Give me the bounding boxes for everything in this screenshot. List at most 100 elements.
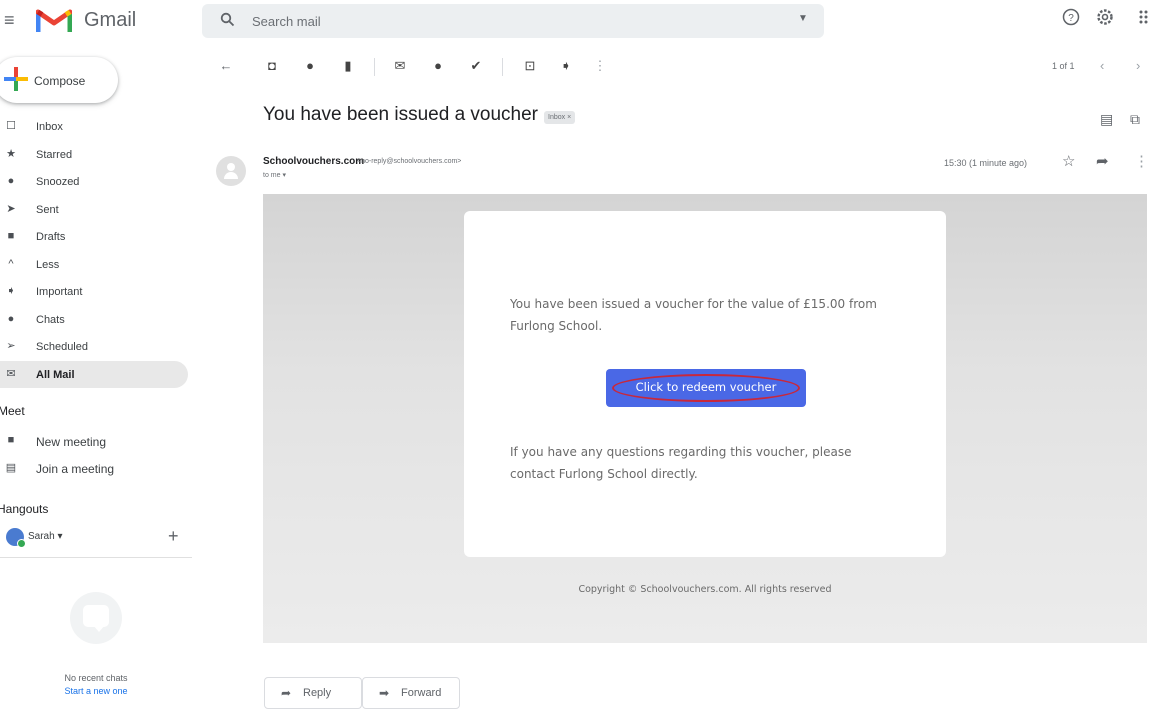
meet-item-label: Join a meeting xyxy=(36,462,115,476)
sidebar-item-label: Sent xyxy=(36,203,59,216)
redeem-voucher-label: Click to redeem voucher xyxy=(635,380,777,394)
compose-label: Compose xyxy=(34,74,86,88)
pager-count: 1 of 1 xyxy=(1052,61,1075,71)
older-chevron-icon[interactable]: › xyxy=(1136,58,1140,73)
sidebar-item-less[interactable]: ^ Less xyxy=(0,251,190,279)
avatar xyxy=(6,528,26,548)
app-name: Gmail xyxy=(84,9,137,31)
clock-icon: ● xyxy=(7,175,15,187)
reply-button[interactable]: ➦ Reply xyxy=(264,677,362,709)
mark-unread-icon[interactable]: ✉ xyxy=(392,58,408,74)
sidebar-item-all-mail[interactable]: ✉ All Mail xyxy=(0,360,188,388)
questions-message-line: contact Furlong School directly. xyxy=(510,467,698,481)
sidebar-item-label: Important xyxy=(36,286,83,298)
sidebar-item-label: Chats xyxy=(36,313,65,326)
sidebar-item-label: All Mail xyxy=(36,368,75,381)
keyboard-icon: ▤ xyxy=(5,462,17,474)
sender-avatar xyxy=(216,156,246,186)
sidebar-item-drafts[interactable]: ■ Drafts xyxy=(0,223,190,251)
forward-button[interactable]: ➡ Forward xyxy=(362,677,460,709)
voucher-message: You have been issued a voucher for the v… xyxy=(510,293,930,337)
start-new-chat-link[interactable]: Start a new one xyxy=(20,686,172,696)
draft-icon: ■ xyxy=(7,230,15,242)
gmail-logo-icon[interactable] xyxy=(36,6,72,34)
settings-icon[interactable] xyxy=(1094,8,1116,30)
sidebar-item-chats[interactable]: ● Chats xyxy=(0,306,190,334)
toolbar-separator xyxy=(374,58,375,76)
meet-item-label: New meeting xyxy=(36,435,107,449)
voucher-card: You have been issued a voucher for the v… xyxy=(464,211,946,557)
questions-message-line: If you have any questions regarding this… xyxy=(510,445,852,459)
inbox-label-chip[interactable]: Inbox × xyxy=(544,111,576,124)
reply-icon[interactable]: ➦ xyxy=(1096,152,1109,170)
sidebar-nav: ☐ Inbox ★ Starred ● Snoozed ➤ Sent ■ Dra… xyxy=(0,113,190,388)
star-icon: ★ xyxy=(6,147,16,160)
sender-name[interactable]: Schoolvouchers.com xyxy=(263,156,364,167)
voucher-message-line: You have been issued a voucher for the v… xyxy=(510,297,877,311)
reply-label: Reply xyxy=(303,687,332,699)
star-icon[interactable]: ☆ xyxy=(1062,152,1075,170)
no-recent-chats: No recent chats xyxy=(64,673,128,683)
reply-icon: ➦ xyxy=(281,686,292,700)
compose-button[interactable]: Compose xyxy=(0,57,118,103)
inbox-icon: ☐ xyxy=(6,120,16,132)
email-body: You have been issued a voucher for the v… xyxy=(263,194,1147,643)
move-to-icon[interactable]: ⊡ xyxy=(522,58,538,74)
new-meeting-button[interactable]: ■ New meeting xyxy=(0,430,190,454)
voucher-message-line: Furlong School. xyxy=(510,319,603,333)
add-task-icon[interactable]: ✔ xyxy=(468,58,484,74)
delete-icon[interactable]: ▮ xyxy=(340,58,356,74)
open-new-window-icon[interactable]: ⧉ xyxy=(1130,111,1140,128)
send-icon: ➤ xyxy=(6,202,16,215)
top-bar: ≡ Gmail ▼ ? xyxy=(0,0,1152,42)
video-camera-icon: ■ xyxy=(7,434,15,446)
meet-section-title: Meet xyxy=(0,404,25,418)
questions-message: If you have any questions regarding this… xyxy=(510,441,930,485)
sidebar-item-inbox[interactable]: ☐ Inbox xyxy=(0,113,190,141)
search-input[interactable] xyxy=(252,11,732,31)
main-menu-icon[interactable]: ≡ xyxy=(4,10,24,30)
sidebar-item-label: Scheduled xyxy=(36,341,88,353)
svg-text:?: ? xyxy=(1068,13,1074,24)
forward-label: Forward xyxy=(401,687,442,699)
email-timestamp: 15:30 (1 minute ago) xyxy=(944,158,1028,168)
schedule-send-icon: ➢ xyxy=(6,340,16,352)
report-spam-icon[interactable]: ● xyxy=(302,58,318,74)
hangouts-section-title: Hangouts xyxy=(0,502,49,516)
chevron-up-icon: ^ xyxy=(8,257,14,270)
important-icon: ➧ xyxy=(6,285,16,297)
sidebar-item-important[interactable]: ➧ Important xyxy=(0,278,190,306)
apps-grid-icon[interactable] xyxy=(1134,8,1152,30)
help-icon[interactable]: ? xyxy=(1060,8,1082,30)
sidebar-item-label: Less xyxy=(36,258,60,271)
more-vert-icon[interactable]: ⋮ xyxy=(1134,152,1149,170)
sidebar-item-scheduled[interactable]: ➢ Scheduled xyxy=(0,333,190,361)
print-icon[interactable]: ▤ xyxy=(1100,111,1113,128)
sidebar-item-label: Snoozed xyxy=(36,176,80,188)
forward-icon: ➡ xyxy=(379,686,390,700)
newer-chevron-icon[interactable]: ‹ xyxy=(1100,58,1104,73)
sidebar-item-snoozed[interactable]: ● Snoozed xyxy=(0,168,190,196)
redeem-voucher-button[interactable]: Click to redeem voucher xyxy=(606,369,806,407)
hangouts-user[interactable]: Sarah ▾ + xyxy=(6,526,190,552)
hangouts-user-name: Sarah ▾ xyxy=(28,531,63,542)
label-icon[interactable]: ➧ xyxy=(558,58,574,74)
sidebar-item-sent[interactable]: ➤ Sent xyxy=(0,196,190,224)
sidebar-item-starred[interactable]: ★ Starred xyxy=(0,141,190,169)
join-meeting-button[interactable]: ▤ Join a meeting xyxy=(0,457,190,481)
email-subject: You have been issued a voucher xyxy=(263,104,539,125)
toolbar-separator xyxy=(502,58,503,76)
hangouts-chat-icon xyxy=(70,592,122,644)
add-chat-icon[interactable]: + xyxy=(168,526,179,547)
more-vert-icon[interactable]: ⋮ xyxy=(592,58,608,74)
search-options-icon[interactable]: ▼ xyxy=(798,13,808,24)
sidebar-item-label: Starred xyxy=(36,148,73,161)
back-arrow-icon[interactable]: ← xyxy=(218,58,234,74)
search-bar[interactable]: ▼ xyxy=(202,4,824,38)
search-icon[interactable] xyxy=(220,12,235,31)
sidebar-item-label: Inbox xyxy=(36,121,63,133)
sender-email: <no-reply@schoolvouchers.com> xyxy=(357,158,462,165)
recipient-details[interactable]: to me ▾ xyxy=(263,171,286,179)
archive-icon[interactable]: ◘ xyxy=(264,58,280,74)
snooze-icon[interactable]: ● xyxy=(430,58,446,74)
